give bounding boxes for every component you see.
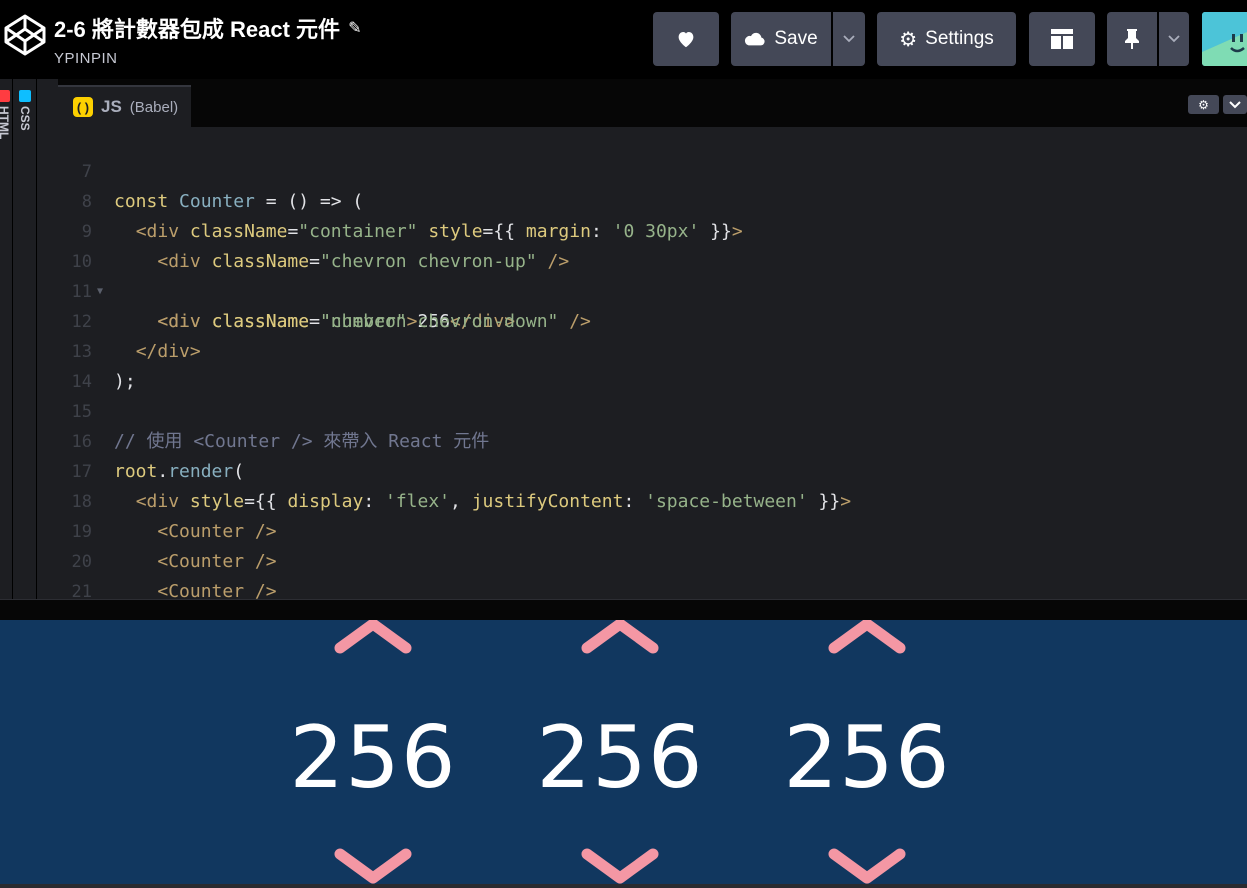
code-line: 10 ▼ <div className="number">256</div> [58,217,516,332]
editor-header [58,79,1247,127]
code-line: 11 <div className="chevron chevron-down"… [58,247,591,332]
counter-number: 256 [783,708,951,808]
js-code-editor[interactable]: 7 const Counter = () => ( 8 <div classNa… [58,127,1247,599]
code-line: 8 <div className="container" style={{ ma… [58,157,743,242]
code-line: 16 root.render( [58,397,245,482]
counter-number: 256 [289,708,457,808]
css-tab-label: CSS [18,106,32,131]
save-dropdown-button[interactable] [833,12,865,66]
css-badge-icon [19,90,31,102]
pen-title[interactable]: 2-6 將計數器包成 React 元件 [54,12,340,44]
cloud-icon [745,32,765,46]
code-line: 9 <div className="chevron chevron-up" /> [58,187,569,272]
code-line: 14 [58,337,101,392]
settings-button[interactable]: ⚙ Settings [877,12,1016,66]
code-line: 12 </div> [58,277,201,362]
code-line: 7 const Counter = () => ( [58,127,364,212]
counter: 256 [782,620,952,884]
pin-dropdown-button[interactable] [1159,12,1189,66]
settings-label: Settings [925,28,994,49]
html-tab-label: HTML [0,106,11,140]
gear-icon: ⚙ [1198,97,1209,112]
js-tab-label: JS [101,97,122,116]
chevron-down-icon[interactable] [782,846,952,884]
codepen-logo-icon[interactable] [3,13,47,57]
counter-number: 256 [536,708,704,808]
chevron-down-icon [1229,100,1241,108]
pen-owner[interactable]: YPINPIN [54,50,361,67]
bottom-bar [0,884,1247,888]
edit-pencil-icon[interactable]: ✎ [348,18,361,38]
heart-icon [678,32,694,48]
save-button[interactable]: Save [731,12,831,66]
code-line: 13 ); [58,307,136,392]
user-avatar[interactable] [1202,12,1247,66]
html-panel-tab[interactable]: HTML [0,90,11,139]
code-line: 15 // 使用 <Counter /> 來帶入 React 元件 [58,367,490,452]
chevron-up-icon[interactable] [288,620,458,660]
resize-handle[interactable] [0,599,1247,620]
css-panel-tab[interactable]: CSS [18,90,32,131]
avatar-face-icon [1202,12,1247,66]
divider [36,79,37,599]
gear-icon: ⚙ [899,28,918,51]
chevron-up-icon[interactable] [782,620,952,660]
js-tab-sublabel: (Babel) [129,98,179,116]
collapsed-panels-rail [0,79,58,599]
pin-icon [1125,29,1139,49]
editor-menu-button[interactable] [1223,95,1247,114]
chevron-down-icon[interactable] [535,846,705,884]
code-line: 21 </div> [58,547,101,599]
chevron-down-icon [1168,35,1180,43]
code-line: 19 <Counter /> [58,487,277,572]
pin-button[interactable] [1107,12,1157,66]
divider [12,79,13,599]
change-view-button[interactable] [1029,12,1095,66]
js-panel-tab[interactable]: ( ) JS (Babel) [58,85,191,127]
html-badge-icon [0,90,10,102]
code-line: 17 <div style={{ display: 'flex', justif… [58,427,852,512]
chevron-up-icon[interactable] [535,620,705,660]
love-button[interactable] [653,12,719,66]
counter: 256 [535,620,705,884]
counter: 256 [288,620,458,884]
layout-icon [1051,29,1073,49]
code-line: 20 <Counter /> [58,517,277,599]
save-label: Save [774,28,818,49]
pen-title-block: 2-6 將計數器包成 React 元件 ✎ YPINPIN [54,12,361,67]
result-preview: 256 256 256 [0,620,1247,884]
chevron-down-icon [843,35,855,43]
editor-settings-button[interactable]: ⚙ [1188,95,1219,114]
chevron-down-icon[interactable] [288,846,458,884]
code-line: 18 <Counter /> [58,457,277,542]
top-bar: 2-6 將計數器包成 React 元件 ✎ YPINPIN Save ⚙ Set… [0,0,1247,79]
js-badge-icon: ( ) [73,97,93,117]
code-line: 22 ); [58,577,101,599]
